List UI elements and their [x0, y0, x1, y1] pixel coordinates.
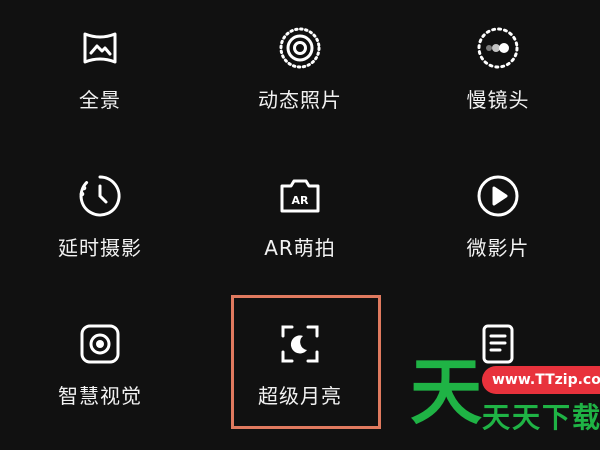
timer-icon: [78, 174, 122, 218]
mode-panorama[interactable]: 全景: [10, 26, 190, 136]
mode-ar[interactable]: AR AR萌拍: [210, 174, 390, 284]
mode-label: 延时摄影: [58, 236, 142, 260]
mode-label: 慢镜头: [466, 88, 530, 112]
watermark-text: 天天下载: [482, 401, 600, 434]
ar-camera-icon: AR: [278, 174, 322, 218]
live-photo-icon: [278, 26, 322, 70]
mode-label: AR萌拍: [264, 236, 336, 260]
watermark-url: www.TTzip.com: [482, 366, 600, 394]
mode-time-lapse[interactable]: 延时摄影: [10, 174, 190, 284]
smart-vision-icon: [78, 322, 122, 366]
mode-smart-vision[interactable]: 智慧视觉: [10, 322, 190, 432]
mode-slow-motion[interactable]: 慢镜头: [408, 26, 588, 136]
mode-label: 动态照片: [258, 88, 342, 112]
mode-label: 智慧视觉: [58, 384, 142, 408]
mode-micro-movie[interactable]: 微影片: [408, 174, 588, 284]
play-icon: [476, 174, 520, 218]
watermark-logo-char: 天: [410, 350, 483, 434]
mode-label: 微影片: [466, 236, 530, 260]
slow-motion-icon: [476, 26, 520, 70]
mode-label: 全景: [79, 88, 121, 112]
mode-live-photo[interactable]: 动态照片: [210, 26, 390, 136]
site-watermark: 天 www.TTzip.com 天天下载: [408, 352, 600, 450]
camera-more-modes-screen: 全景 动态照片 慢镜头 延时摄影 AR AR萌拍 微影片 智慧视觉 超级月亮 天…: [0, 0, 600, 450]
highlight-frame: [231, 295, 381, 429]
ar-icon-text: AR: [292, 194, 310, 207]
panorama-icon: [78, 26, 122, 70]
